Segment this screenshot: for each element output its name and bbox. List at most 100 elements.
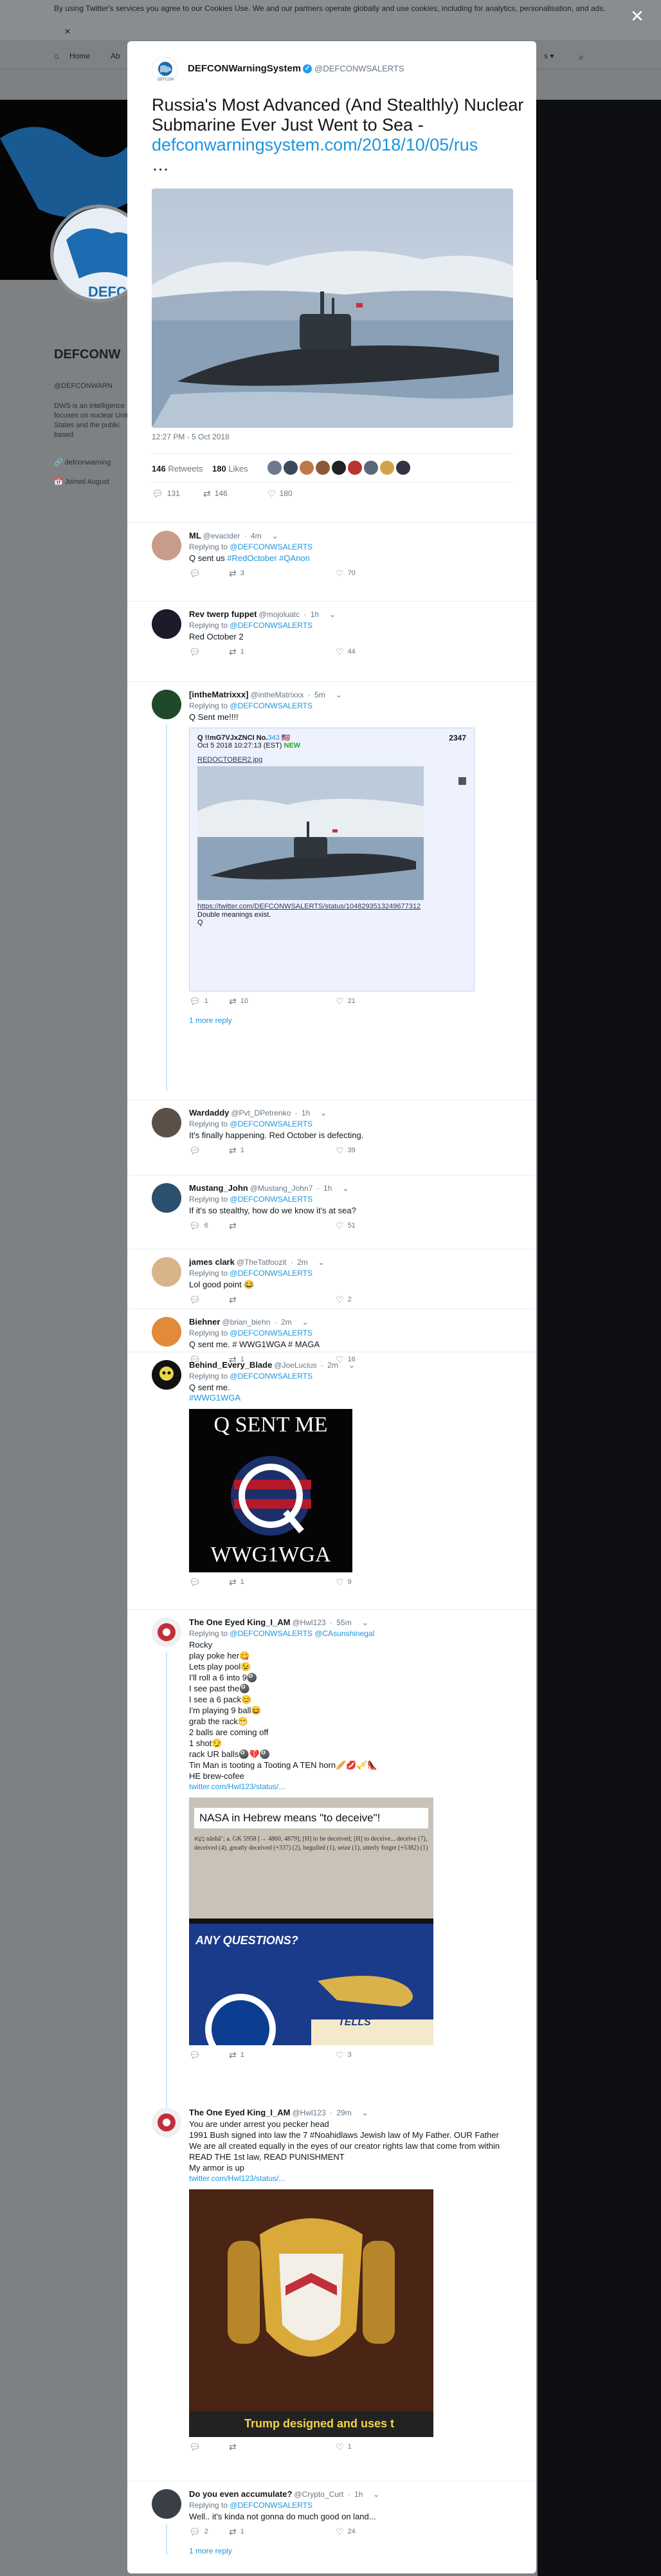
reply-action[interactable]: 💬︎ [189, 2050, 204, 2059]
more-replies-link[interactable]: 1 more reply [189, 1016, 511, 1025]
reply-avatar[interactable] [152, 1108, 181, 1137]
retweet-action[interactable]: ⇄ 1 [229, 2050, 244, 2059]
reply-action[interactable]: 💬︎ [189, 647, 204, 656]
reply-avatar[interactable] [152, 531, 181, 560]
reply-time[interactable]: 5m [314, 690, 325, 699]
reply-handle[interactable]: @Crypto_Curt [294, 2490, 343, 2499]
reply-name[interactable]: Biehner [189, 1317, 220, 1327]
chevron-down-icon[interactable]: ⌄ [336, 690, 342, 699]
reply-item[interactable]: Mustang_John @Mustang_John7 · 1h ⌄ Replyin… [127, 1175, 536, 1249]
reply-item[interactable]: Wardaddy @Pvt_DPetrenko · 1h ⌄ Replying to… [127, 1099, 536, 1173]
chevron-down-icon[interactable]: ⌄ [318, 1258, 325, 1267]
reply-action[interactable]: 💬︎ [189, 2442, 204, 2451]
like-action[interactable]: ♡ 21 [336, 997, 356, 1006]
replying-to-handle[interactable]: @DEFCONWSALERTS [230, 2501, 312, 2510]
reply-name[interactable]: The One Eyed King_I_AM [189, 1617, 290, 1627]
reply-time[interactable]: 4m [251, 531, 262, 540]
reply-time[interactable]: 2m [327, 1361, 338, 1370]
chevron-down-icon[interactable]: ⌄ [329, 610, 336, 619]
retweet-action[interactable]: ⇄ 1 [229, 1578, 244, 1587]
nav-home-icon[interactable]: ⌂ [54, 51, 59, 60]
reply-name[interactable]: Mustang_John [189, 1183, 248, 1193]
more-replies-link[interactable]: 1 more reply [189, 2546, 511, 2555]
reply-handle[interactable]: @evacider [203, 531, 240, 540]
reply-item[interactable]: Do you even accumulate? @Crypto_Curt · 1h… [127, 2481, 536, 2571]
reply-handle[interactable]: @brian_biehn [222, 1318, 270, 1327]
liker-avatar[interactable] [267, 461, 282, 475]
replying-to-handle[interactable]: @DEFCONWSALERTS [230, 1372, 312, 1381]
chevron-down-icon[interactable]: ⌄ [302, 1318, 309, 1327]
reply-time[interactable]: 1h [323, 1184, 332, 1193]
post-submarine-image[interactable] [197, 766, 424, 900]
like-action[interactable]: ♡ 2 [336, 1295, 352, 1304]
reply-avatar[interactable] [152, 2489, 181, 2519]
like-action[interactable]: ♡ 9 [336, 1578, 352, 1587]
liker-avatar[interactable] [332, 461, 346, 475]
chevron-down-icon[interactable]: ⌄ [373, 2490, 379, 2499]
retweet-action[interactable]: ⇄ 3 [229, 569, 244, 578]
like-action[interactable]: ♡ 39 [336, 1146, 356, 1155]
nav-home[interactable]: Home [69, 51, 90, 60]
reply-handle[interactable]: @JoeLucius [274, 1361, 316, 1370]
like-action[interactable]: ♡ 180 [267, 489, 293, 498]
replying-to-handle[interactable]: @DEFCONWSALERTS [230, 542, 312, 551]
retweet-action[interactable]: ⇄ [229, 1221, 240, 1230]
reply-item[interactable]: [intheMatrixxx] @intheMatrixxx · 5m ⌄ Repl… [127, 681, 536, 1112]
replying-to-handle[interactable]: @DEFCONWSALERTS @CAsunshinegal [230, 1629, 374, 1638]
replying-to-handle[interactable]: @DEFCONWSALERTS [230, 701, 312, 710]
reply-handle[interactable]: @TheTatfoozit [237, 1258, 287, 1267]
retweet-action[interactable]: ⇄ 1 [229, 2527, 244, 2536]
reply-avatar[interactable] [152, 2108, 181, 2137]
like-action[interactable]: ♡ 24 [336, 2527, 356, 2536]
liker-avatar[interactable] [348, 461, 362, 475]
reply-hashtags[interactable]: #RedOctober #QAnon [227, 553, 310, 563]
reply-action[interactable]: 💬︎ [189, 1295, 204, 1304]
profile-link-text[interactable]: defconwarning [65, 459, 111, 466]
reply-avatar[interactable] [152, 1317, 181, 1347]
liker-avatar[interactable] [364, 461, 378, 475]
reply-handle[interactable]: @Mustang_John7 [250, 1184, 313, 1193]
q-sent-me-image[interactable]: Q SENT ME WWG1WGA [189, 1409, 352, 1572]
reply-action[interactable]: 💬︎ [189, 1578, 204, 1587]
reply-avatar[interactable] [152, 1183, 181, 1213]
author-name[interactable]: DEFCONWarningSystem [188, 63, 301, 74]
reply-action[interactable]: 💬︎ 131 [152, 489, 180, 498]
reply-action[interactable]: 💬︎ 6 [189, 1221, 208, 1230]
reply-avatar[interactable] [152, 1617, 181, 1647]
profile-link[interactable]: 🔗 defconwarning [54, 458, 111, 466]
reply-avatar[interactable] [152, 1257, 181, 1287]
reply-time[interactable]: 2m [297, 1258, 308, 1267]
reply-handle[interactable]: @Hwl123 [292, 1618, 325, 1627]
reply-item[interactable]: The One Eyed King_I_AM @Hwl123 · 55m ⌄ Rep… [127, 1609, 536, 2143]
like-action[interactable]: ♡ 51 [336, 1221, 356, 1230]
replying-to-handle[interactable]: @DEFCONWSALERTS [230, 1329, 312, 1338]
reply-avatar[interactable] [152, 1360, 181, 1390]
like-action[interactable]: ♡ 3 [336, 2050, 352, 2059]
reply-time[interactable]: 29m [336, 2108, 351, 2117]
retweet-action[interactable]: ⇄ 10 [229, 997, 248, 1006]
liker-avatar[interactable] [380, 461, 394, 475]
nav-about[interactable]: Ab [111, 51, 120, 60]
search-icon[interactable]: ⌕ [579, 51, 584, 62]
reply-name[interactable]: [intheMatrixxx] [189, 690, 248, 699]
like-action[interactable]: ♡ 1 [336, 2442, 352, 2451]
reply-name[interactable]: The One Eyed King_I_AM [189, 2108, 290, 2117]
reply-item[interactable]: ML @evacider · 4m ⌄ Replying to @DEFCONWSA… [127, 522, 536, 578]
chevron-down-icon[interactable]: ⌄ [342, 1184, 349, 1193]
post-url[interactable]: https://twitter.com/DEFCONWSALERTS/statu… [197, 903, 466, 911]
close-icon[interactable]: ✕ [630, 8, 644, 24]
reply-name[interactable]: Behind_Every_Blade [189, 1360, 272, 1370]
liker-avatar[interactable] [316, 461, 330, 475]
retweet-action[interactable]: ⇄ 1 [229, 647, 244, 656]
post-menu-icon[interactable] [458, 777, 466, 785]
reply-item[interactable]: Behind_Every_Blade @JoeLucius · 2m ⌄ Reply… [127, 1352, 536, 1609]
retweets-stat[interactable]: 146 Retweets [152, 464, 203, 474]
reply-time[interactable]: 1h [354, 2490, 363, 2499]
reply-time[interactable]: 1h [302, 1109, 310, 1118]
chevron-down-icon[interactable]: ⌄ [320, 1109, 327, 1118]
liker-avatar[interactable] [284, 461, 298, 475]
embedded-post[interactable]: 2347 Q !!mG7VJxZNCI No.343 🇺🇸 Oct 5 2018… [189, 728, 475, 991]
submarine-photo[interactable] [152, 189, 513, 428]
liker-avatar[interactable] [300, 461, 314, 475]
crest-image[interactable]: Trump designed and uses t [189, 2189, 433, 2437]
